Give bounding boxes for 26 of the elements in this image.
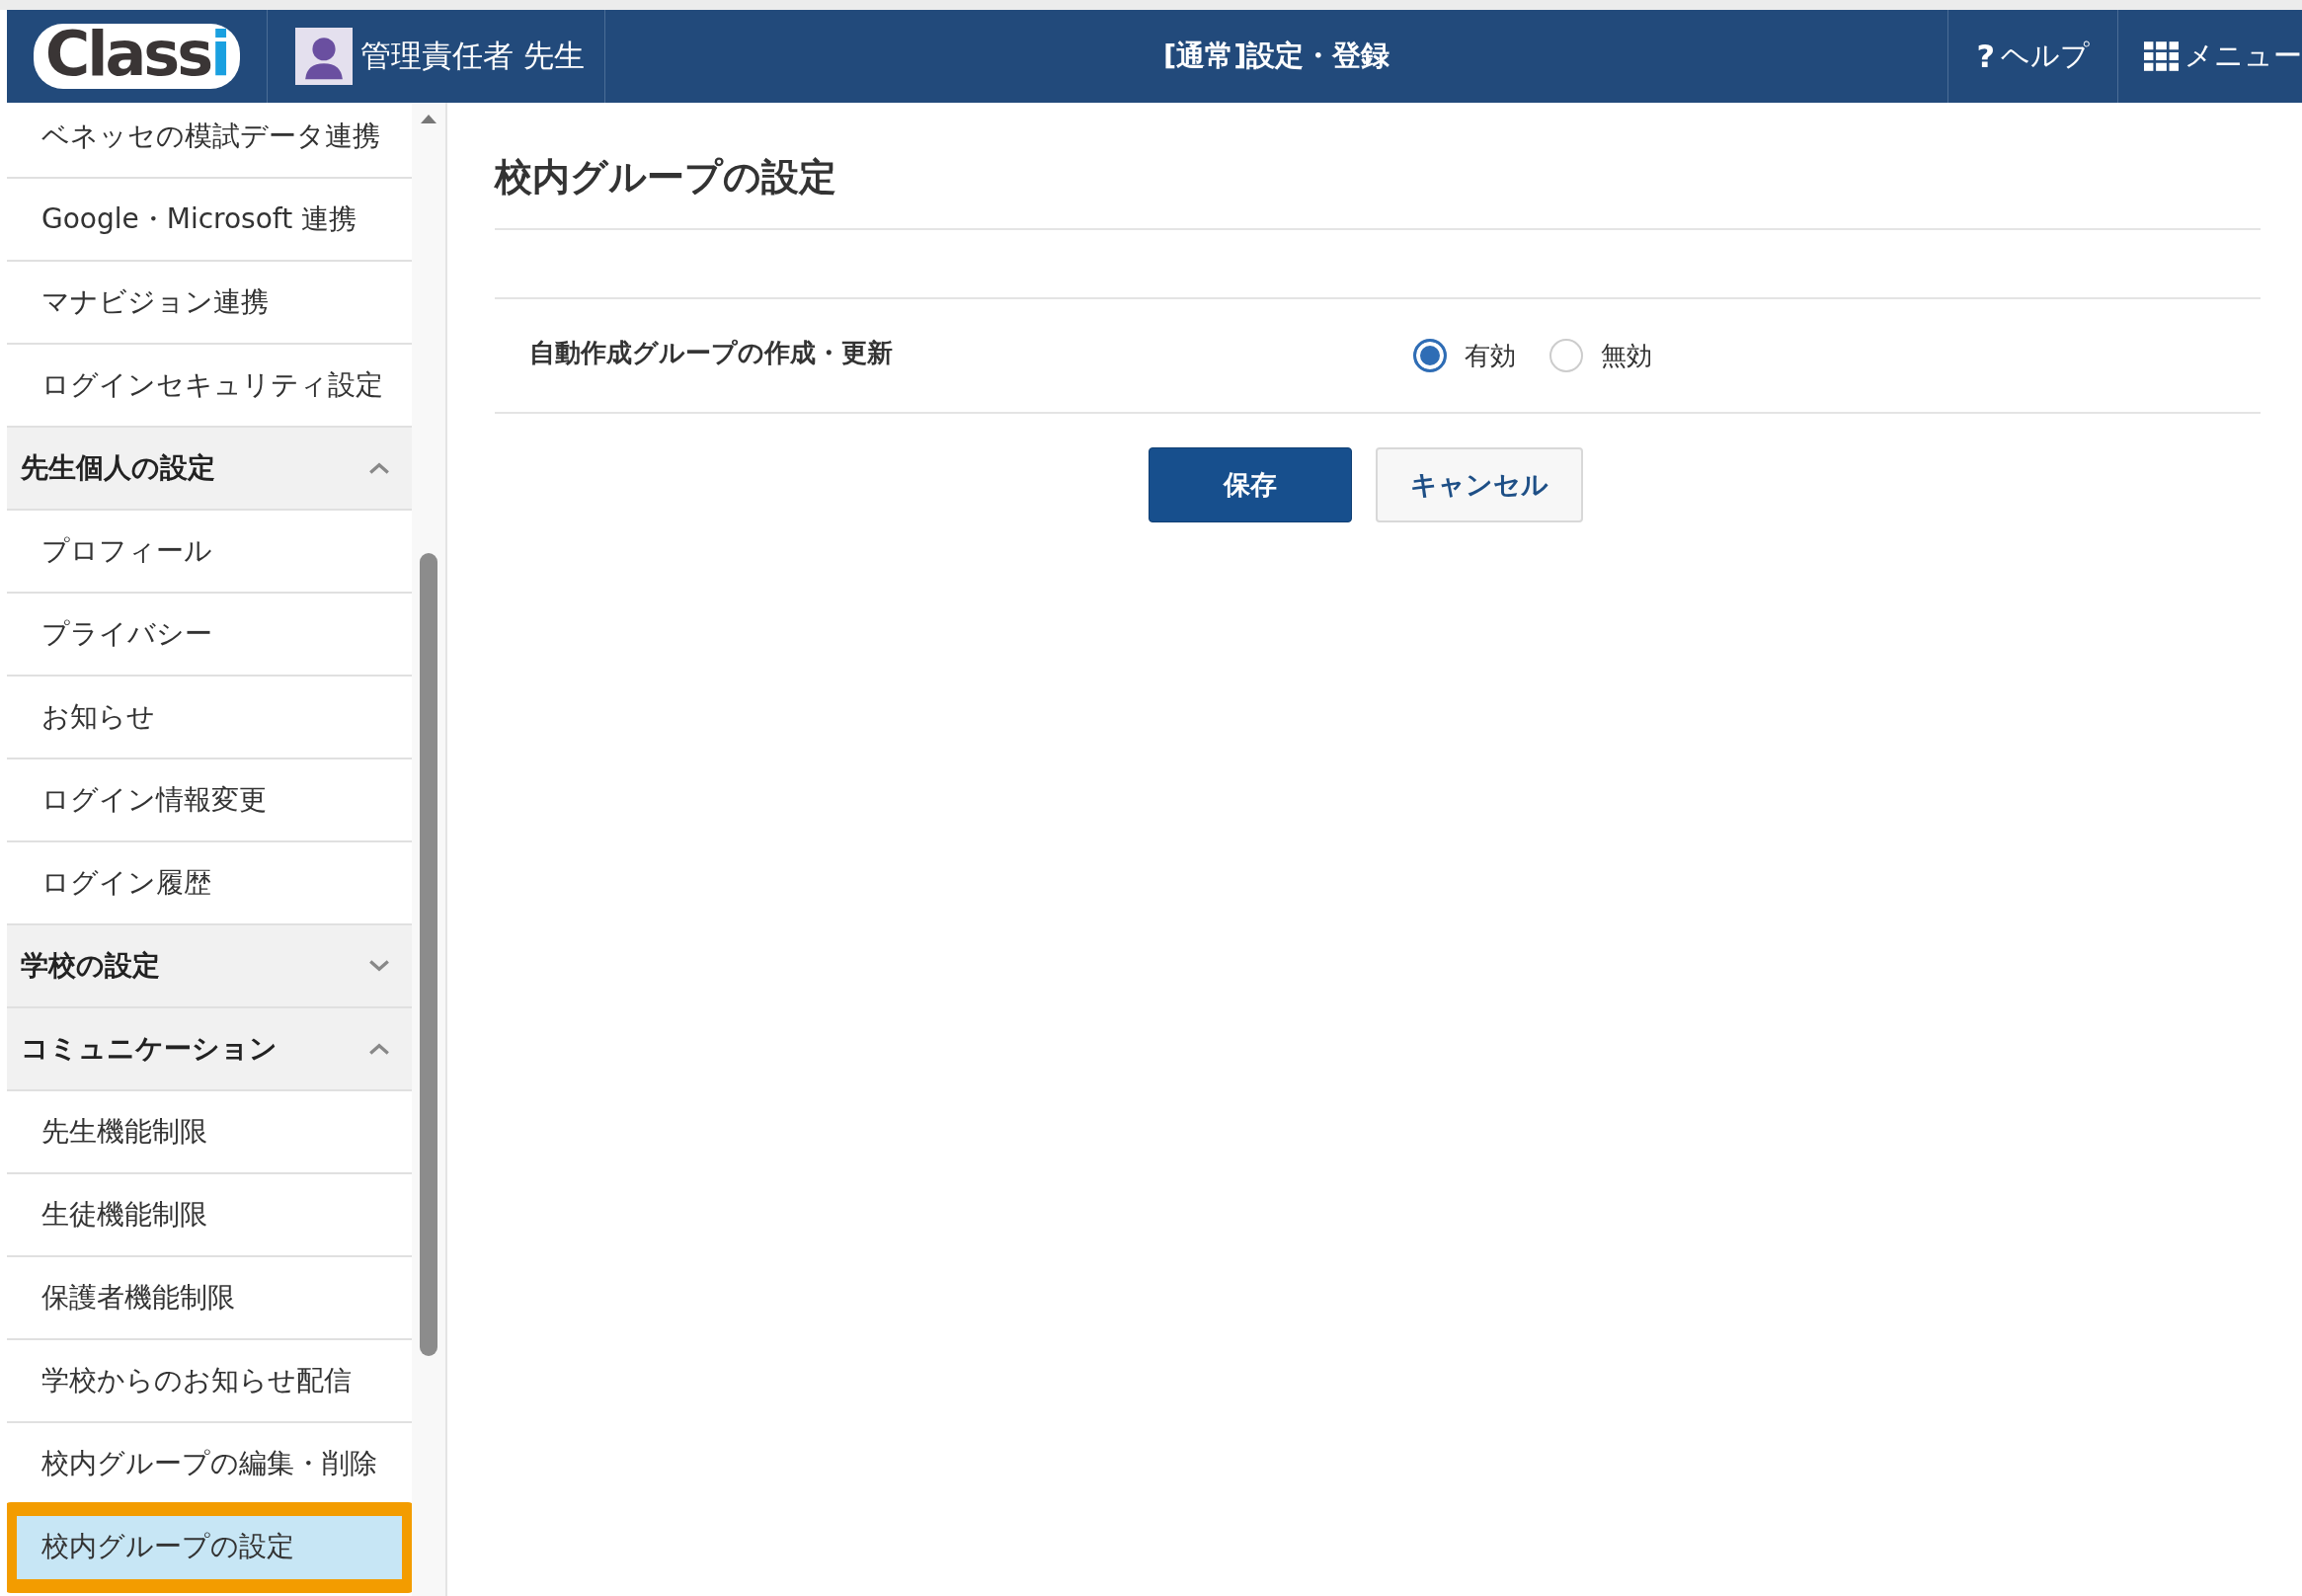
sidebar-section[interactable]: 先生個人の設定 [7, 428, 412, 511]
page-title: [通常]設定・登録 [1162, 38, 1390, 74]
save-button[interactable]: 保存 [1148, 447, 1352, 522]
section-label: 先生個人の設定 [21, 450, 215, 486]
grid-icon [2144, 40, 2179, 72]
chevron-up-icon [368, 1042, 390, 1056]
cancel-button[interactable]: キャンセル [1375, 447, 1583, 522]
scroll-up-arrow-icon[interactable] [419, 113, 438, 124]
scrollbar[interactable] [412, 103, 447, 1596]
sidebar-section[interactable]: 学校の設定 [7, 925, 412, 1008]
radio-label[interactable]: 有効 [1465, 338, 1516, 373]
radio-label[interactable]: 無効 [1601, 338, 1652, 373]
sidebar-section[interactable]: コミュニケーション [7, 1008, 412, 1091]
section-label: コミュニケーション [21, 1031, 278, 1067]
avatar-icon [295, 28, 353, 85]
section-label: 学校の設定 [21, 948, 160, 984]
chevron-down-icon [368, 959, 390, 973]
menu-link[interactable]: メニュー [2117, 10, 2302, 103]
logo[interactable]: Classi [33, 24, 241, 89]
user-name: 管理責任者 先生 [360, 37, 585, 75]
setting-label: 自動作成グループの作成・更新 [529, 336, 894, 369]
chevron-up-icon [368, 461, 390, 475]
help-link[interactable]: ? ヘルプ [1947, 10, 2117, 103]
radio-button[interactable] [1413, 339, 1447, 372]
section-title: 校内グループの設定 [495, 103, 2261, 230]
help-icon: ? [1976, 38, 1995, 75]
